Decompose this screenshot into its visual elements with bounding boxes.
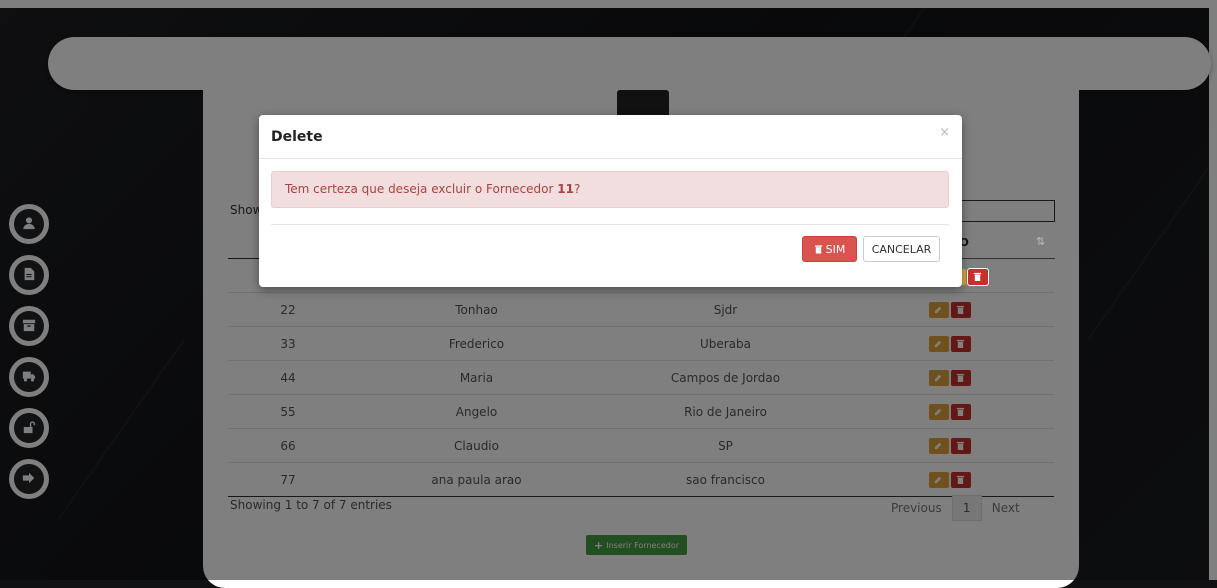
trash-icon (973, 272, 982, 281)
header-divider (951, 258, 1055, 259)
modal-header-divider (259, 158, 962, 159)
modal-backdrop[interactable] (0, 0, 1217, 580)
close-icon[interactable]: × (939, 125, 950, 140)
modal-title: Delete (271, 129, 323, 145)
confirm-label: SIM (825, 242, 846, 256)
delete-modal: Delete × Tem certeza que deseja excluir … (259, 115, 962, 287)
confirm-delete-button[interactable]: SIM (802, 236, 857, 262)
sort-icon[interactable]: ⇅ (1036, 235, 1045, 248)
cancel-button[interactable]: CANCELAR (863, 236, 940, 262)
trash-icon (814, 245, 822, 254)
delete-button[interactable] (967, 267, 989, 286)
modal-footer-divider (271, 224, 949, 225)
confirmation-message: Tem certeza que deseja excluir o Fornece… (285, 182, 581, 196)
confirmation-alert: Tem certeza que deseja excluir o Fornece… (271, 171, 949, 208)
